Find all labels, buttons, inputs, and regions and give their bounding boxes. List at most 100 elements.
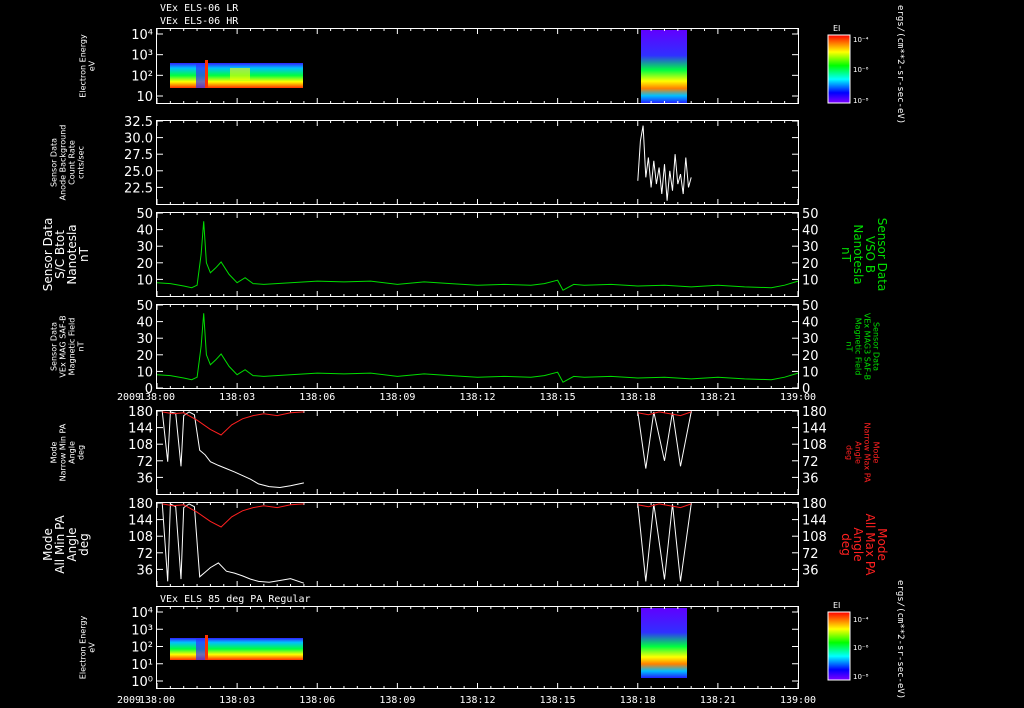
y-tick-label: 10 <box>136 365 153 380</box>
colorbar-top <box>827 34 851 104</box>
y-tick-label-right: 36 <box>802 563 819 578</box>
series-line <box>637 503 692 509</box>
y-tick-label: 10 <box>136 90 153 105</box>
y-tick-label: 10⁰ <box>131 675 153 690</box>
header-line2: VEx ELS-06 HR <box>160 16 239 27</box>
panel-narrow-pa-frame <box>156 410 799 495</box>
y-axis-label: Narrow Min PA <box>59 423 68 481</box>
y-axis-label: Mode <box>50 442 59 464</box>
y-axis-label-right: Magnetic Field <box>854 318 863 376</box>
time-tick-label: 138:12 <box>459 392 495 403</box>
y-tick-label: 25.0 <box>124 165 153 180</box>
y-tick-label-right: 10 <box>802 365 819 380</box>
bottom-panel-title: VEx ELS 85 deg PA Regular <box>160 594 311 605</box>
y-tick-label-right: 108 <box>802 438 827 453</box>
time-tick-label: 138:12 <box>459 695 495 706</box>
y-tick-label: 10² <box>131 641 153 656</box>
series-line <box>637 411 692 469</box>
series-line <box>637 503 692 582</box>
y-axis-label: Electron Energy <box>79 616 88 680</box>
y-axis-label: cnts/sec <box>77 146 86 179</box>
header-line1: VEx ELS-06 LR <box>160 3 239 14</box>
y-tick-label: 36 <box>136 563 153 578</box>
y-axis-label: eV <box>88 60 97 71</box>
series-line <box>156 313 799 383</box>
y-tick-label: 144 <box>128 514 153 529</box>
y-tick-label-right: 72 <box>802 547 819 562</box>
y-tick-label: 50 <box>136 299 153 314</box>
y-axis-label: eV <box>88 642 97 653</box>
y-axis-label: Count Rate <box>68 140 77 185</box>
y-tick-label: 180 <box>128 497 153 512</box>
time-tick-label: 138:18 <box>620 392 656 403</box>
y-axis-label-right: VEx MAG3 SAF-B <box>863 313 872 380</box>
y-axis-label: deg <box>77 445 86 460</box>
y-tick-label: 22.5 <box>124 181 153 196</box>
y-tick-label-right: 72 <box>802 455 819 470</box>
y-tick-label: 50 <box>136 207 153 222</box>
time-tick-label: 138:03 <box>219 392 255 403</box>
time-tick-label: 138:06 <box>299 695 335 706</box>
time-tick-label: 138:21 <box>700 695 736 706</box>
y-axis-label: Magnetic Field <box>68 318 77 376</box>
y-tick-label: 30 <box>136 332 153 347</box>
y-tick-label-right: 144 <box>802 514 827 529</box>
y-axis-label-right: nT <box>845 342 854 352</box>
y-tick-label: 30 <box>136 240 153 255</box>
colorbar-bottom-title: EI <box>833 601 840 610</box>
y-tick-label: 10¹ <box>131 658 153 673</box>
colorbar-top-units: ergs/(cm**2-sr-sec-eV) <box>895 5 905 124</box>
y-tick-label: 108 <box>128 438 153 453</box>
y-tick-label: 36 <box>136 471 153 486</box>
colorbar-top-title: EI <box>833 24 840 33</box>
series-line <box>637 125 692 201</box>
y-tick-label-right: 180 <box>802 497 827 512</box>
y-tick-label-right: 20 <box>802 257 819 272</box>
y-tick-label: 10² <box>131 69 153 84</box>
time-tick-label: 138:06 <box>299 392 335 403</box>
colorbar-bottom-tick-0: 10⁻⁴ <box>853 616 869 624</box>
year-label-top: 2009 <box>117 392 141 403</box>
y-axis-label-right: Sensor Data <box>872 322 881 371</box>
y-tick-label: 20 <box>136 349 153 364</box>
y-axis-label-right: deg <box>845 445 854 460</box>
y-tick-label: 10³ <box>131 49 153 64</box>
y-tick-label: 72 <box>136 547 153 562</box>
y-tick-label-right: 108 <box>802 530 827 545</box>
y-tick-label-right: 50 <box>802 207 819 222</box>
y-tick-label-right: 30 <box>802 332 819 347</box>
spectrogram-85deg <box>170 608 687 678</box>
y-axis-label-right: nT <box>839 247 853 263</box>
time-tick-label: 138:18 <box>620 695 656 706</box>
year-label-bottom: 2009 <box>117 695 141 706</box>
spectrogram-top <box>170 30 687 103</box>
series-line <box>161 411 305 489</box>
time-tick-label: 138:09 <box>379 392 415 403</box>
panel-all-pa-frame <box>156 502 799 587</box>
series-line <box>156 221 799 291</box>
y-tick-label: 40 <box>136 224 153 239</box>
y-tick-label: 10 <box>136 273 153 288</box>
y-axis-label-right: Mode <box>872 442 881 464</box>
time-tick-label: 138:00 <box>139 695 175 706</box>
y-axis-label: nT <box>77 341 86 351</box>
y-axis-label: Anode Background <box>59 125 68 201</box>
colorbar-bottom <box>827 611 851 681</box>
time-tick-label: 138:09 <box>379 695 415 706</box>
y-axis-label: VEx MAG SAF-B <box>59 315 68 377</box>
y-axis-label-right: Narrow Max PA <box>863 423 872 484</box>
y-tick-label: 27.5 <box>124 148 153 163</box>
y-tick-label-right: 40 <box>802 224 819 239</box>
colorbar-bottom-tick-1: 10⁻⁶ <box>853 644 869 652</box>
y-tick-label: 32.5 <box>124 115 153 130</box>
y-tick-label: 10⁴ <box>131 606 153 621</box>
time-tick-label: 138:21 <box>700 392 736 403</box>
y-tick-label-right: 0 <box>802 382 810 397</box>
y-tick-label-right: 36 <box>802 471 819 486</box>
colorbar-top-tick-2: 10⁻⁸ <box>853 97 869 105</box>
time-tick-label: 139:00 <box>780 695 816 706</box>
time-tick-label: 139:00 <box>780 392 816 403</box>
panel-anode-frame <box>156 120 799 205</box>
colorbar-top-tick-1: 10⁻⁶ <box>853 66 869 74</box>
y-tick-label-right: 180 <box>802 405 827 420</box>
